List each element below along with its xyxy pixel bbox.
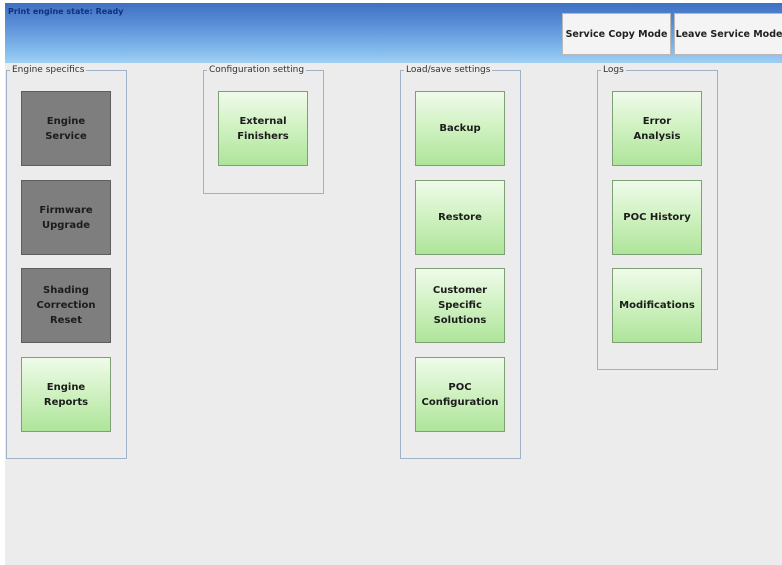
service-copy-mode-button[interactable]: Service Copy Mode — [562, 13, 671, 55]
group-engine-specifics: Engine specifics Engine Service Firmware… — [6, 64, 127, 459]
engine-reports-button[interactable]: Engine Reports — [21, 357, 111, 432]
engine-service-button[interactable]: Engine Service — [21, 91, 111, 166]
group-label-configuration-setting: Configuration setting — [207, 64, 307, 76]
group-label-engine-specifics: Engine specifics — [10, 64, 87, 76]
modifications-button[interactable]: Modifications — [612, 268, 702, 343]
header-bar: Print engine state: Ready Service Copy M… — [5, 3, 782, 63]
group-label-logs: Logs — [601, 64, 626, 76]
customer-specific-solutions-button[interactable]: Customer Specific Solutions — [415, 268, 505, 343]
error-analysis-button[interactable]: Error Analysis — [612, 91, 702, 166]
restore-button[interactable]: Restore — [415, 180, 505, 255]
shading-correction-reset-button[interactable]: Shading Correction Reset — [21, 268, 111, 343]
poc-history-button[interactable]: POC History — [612, 180, 702, 255]
external-finishers-button[interactable]: External Finishers — [218, 91, 308, 166]
leave-service-mode-button[interactable]: Leave Service Mode — [674, 13, 782, 55]
group-logs: Logs Error Analysis POC History Modifica… — [597, 64, 718, 370]
group-load-save-settings: Load/save settings Backup Restore Custom… — [400, 64, 521, 459]
poc-configuration-button[interactable]: POC Configuration — [415, 357, 505, 432]
group-configuration-setting: Configuration setting External Finishers — [203, 64, 324, 194]
group-label-load-save-settings: Load/save settings — [404, 64, 493, 76]
engine-status-text: Print engine state: Ready — [8, 7, 124, 16]
backup-button[interactable]: Backup — [415, 91, 505, 166]
firmware-upgrade-button[interactable]: Firmware Upgrade — [21, 180, 111, 255]
service-screen: Print engine state: Ready Service Copy M… — [5, 3, 782, 565]
